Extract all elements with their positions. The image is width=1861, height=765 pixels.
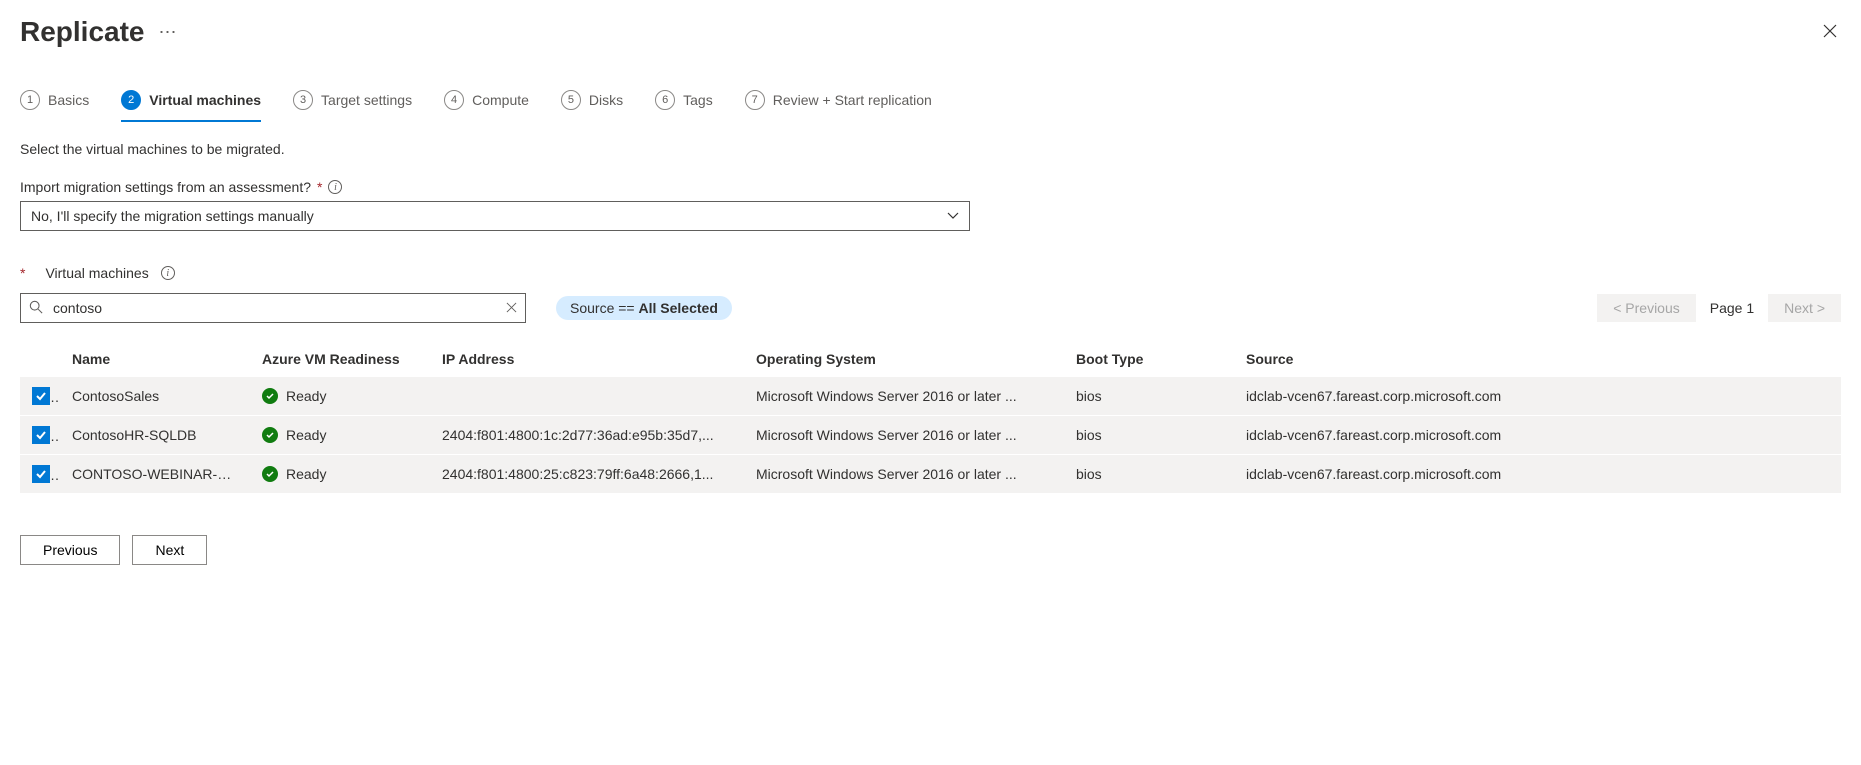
cell-readiness: Ready (250, 416, 430, 455)
info-icon[interactable]: i (328, 180, 342, 194)
ready-icon (262, 427, 278, 443)
pager-next-button[interactable]: Next > (1768, 294, 1841, 322)
step-compute[interactable]: 4 Compute (444, 84, 529, 122)
row-checkbox[interactable] (32, 387, 50, 405)
step-target-settings[interactable]: 3 Target settings (293, 84, 412, 122)
pager-page: Page 1 (1710, 300, 1754, 316)
table-row[interactable]: CONTOSO-WEBINAR-…Ready2404:f801:4800:25:… (20, 455, 1841, 494)
cell-source: idclab-vcen67.fareast.corp.microsoft.com (1234, 377, 1841, 416)
filter-prefix: Source == (570, 300, 639, 316)
section-label-text: Virtual machines (45, 265, 148, 281)
ready-icon (262, 388, 278, 404)
required-asterisk: * (317, 179, 322, 195)
step-virtual-machines[interactable]: 2 Virtual machines (121, 84, 261, 122)
step-num: 4 (444, 90, 464, 110)
col-header-boot[interactable]: Boot Type (1064, 341, 1234, 377)
cell-readiness: Ready (250, 377, 430, 416)
filter-value: All Selected (639, 300, 718, 316)
step-tags[interactable]: 6 Tags (655, 84, 713, 122)
cell-source: idclab-vcen67.fareast.corp.microsoft.com (1234, 455, 1841, 494)
controls-left: Source == All Selected (20, 293, 732, 323)
step-review-start[interactable]: 7 Review + Start replication (745, 84, 932, 122)
cell-ip: 2404:f801:4800:1c:2d77:36ad:e95b:35d7,..… (430, 416, 744, 455)
col-header-readiness[interactable]: Azure VM Readiness (250, 341, 430, 377)
pager-prev-button[interactable]: < Previous (1597, 294, 1696, 322)
assessment-value: No, I'll specify the migration settings … (31, 208, 314, 224)
step-label: Target settings (321, 92, 412, 108)
vm-table: Name Azure VM Readiness IP Address Opera… (20, 341, 1841, 493)
cell-os: Microsoft Windows Server 2016 or later .… (744, 416, 1064, 455)
step-label: Virtual machines (149, 92, 261, 108)
pager: < Previous Page 1 Next > (1597, 294, 1841, 322)
cell-source: idclab-vcen67.fareast.corp.microsoft.com (1234, 416, 1841, 455)
table-header-row: Name Azure VM Readiness IP Address Opera… (20, 341, 1841, 377)
step-disks[interactable]: 5 Disks (561, 84, 623, 122)
controls-row: Source == All Selected < Previous Page 1… (20, 293, 1841, 323)
search-input-wrapper[interactable] (20, 293, 526, 323)
header-left: Replicate ⋯ (20, 16, 177, 48)
cell-boot: bios (1064, 416, 1234, 455)
table-row[interactable]: ContosoHR-SQLDBReady2404:f801:4800:1c:2d… (20, 416, 1841, 455)
search-input[interactable] (51, 299, 498, 317)
step-num: 6 (655, 90, 675, 110)
cell-name: ContosoSales (60, 377, 250, 416)
cell-boot: bios (1064, 455, 1234, 494)
assessment-select[interactable]: No, I'll specify the migration settings … (20, 201, 970, 231)
col-header-os[interactable]: Operating System (744, 341, 1064, 377)
step-num: 7 (745, 90, 765, 110)
ready-icon (262, 466, 278, 482)
cell-name: ContosoHR-SQLDB (60, 416, 250, 455)
assessment-label-text: Import migration settings from an assess… (20, 179, 311, 195)
step-label: Review + Start replication (773, 92, 932, 108)
required-asterisk: * (20, 265, 25, 281)
panel-header: Replicate ⋯ (20, 16, 1841, 48)
cell-ip: 2404:f801:4800:25:c823:79ff:6a48:2666,1.… (430, 455, 744, 494)
col-header-ip[interactable]: IP Address (430, 341, 744, 377)
row-checkbox[interactable] (32, 426, 50, 444)
step-label: Tags (683, 92, 713, 108)
vm-section-label: * Virtual machines i (20, 265, 1841, 281)
step-num: 2 (121, 90, 141, 110)
step-label: Basics (48, 92, 89, 108)
footer-buttons: Previous Next (20, 535, 1841, 565)
step-num: 5 (561, 90, 581, 110)
cell-name: CONTOSO-WEBINAR-… (60, 455, 250, 494)
chevron-down-icon (947, 209, 959, 223)
info-icon[interactable]: i (161, 266, 175, 280)
cell-ip (430, 377, 744, 416)
cell-boot: bios (1064, 377, 1234, 416)
cell-os: Microsoft Windows Server 2016 or later .… (744, 455, 1064, 494)
more-icon[interactable]: ⋯ (159, 22, 177, 43)
assessment-label: Import migration settings from an assess… (20, 179, 1841, 195)
close-icon[interactable] (1819, 18, 1841, 47)
previous-button[interactable]: Previous (20, 535, 120, 565)
step-num: 1 (20, 90, 40, 110)
clear-icon[interactable] (506, 300, 517, 316)
step-label: Disks (589, 92, 623, 108)
col-header-source[interactable]: Source (1234, 341, 1841, 377)
cell-readiness: Ready (250, 455, 430, 494)
instruction-text: Select the virtual machines to be migrat… (20, 141, 1841, 157)
step-num: 3 (293, 90, 313, 110)
col-header-name[interactable]: Name (60, 341, 250, 377)
search-icon (29, 300, 43, 317)
wizard-steps: 1 Basics 2 Virtual machines 3 Target set… (20, 84, 1841, 123)
next-button[interactable]: Next (132, 535, 207, 565)
page-title: Replicate (20, 16, 145, 48)
filter-pill-source[interactable]: Source == All Selected (556, 296, 732, 320)
step-basics[interactable]: 1 Basics (20, 84, 89, 122)
cell-os: Microsoft Windows Server 2016 or later .… (744, 377, 1064, 416)
step-label: Compute (472, 92, 529, 108)
row-checkbox[interactable] (32, 465, 50, 483)
table-row[interactable]: ContosoSalesReady Microsoft Windows Serve… (20, 377, 1841, 416)
